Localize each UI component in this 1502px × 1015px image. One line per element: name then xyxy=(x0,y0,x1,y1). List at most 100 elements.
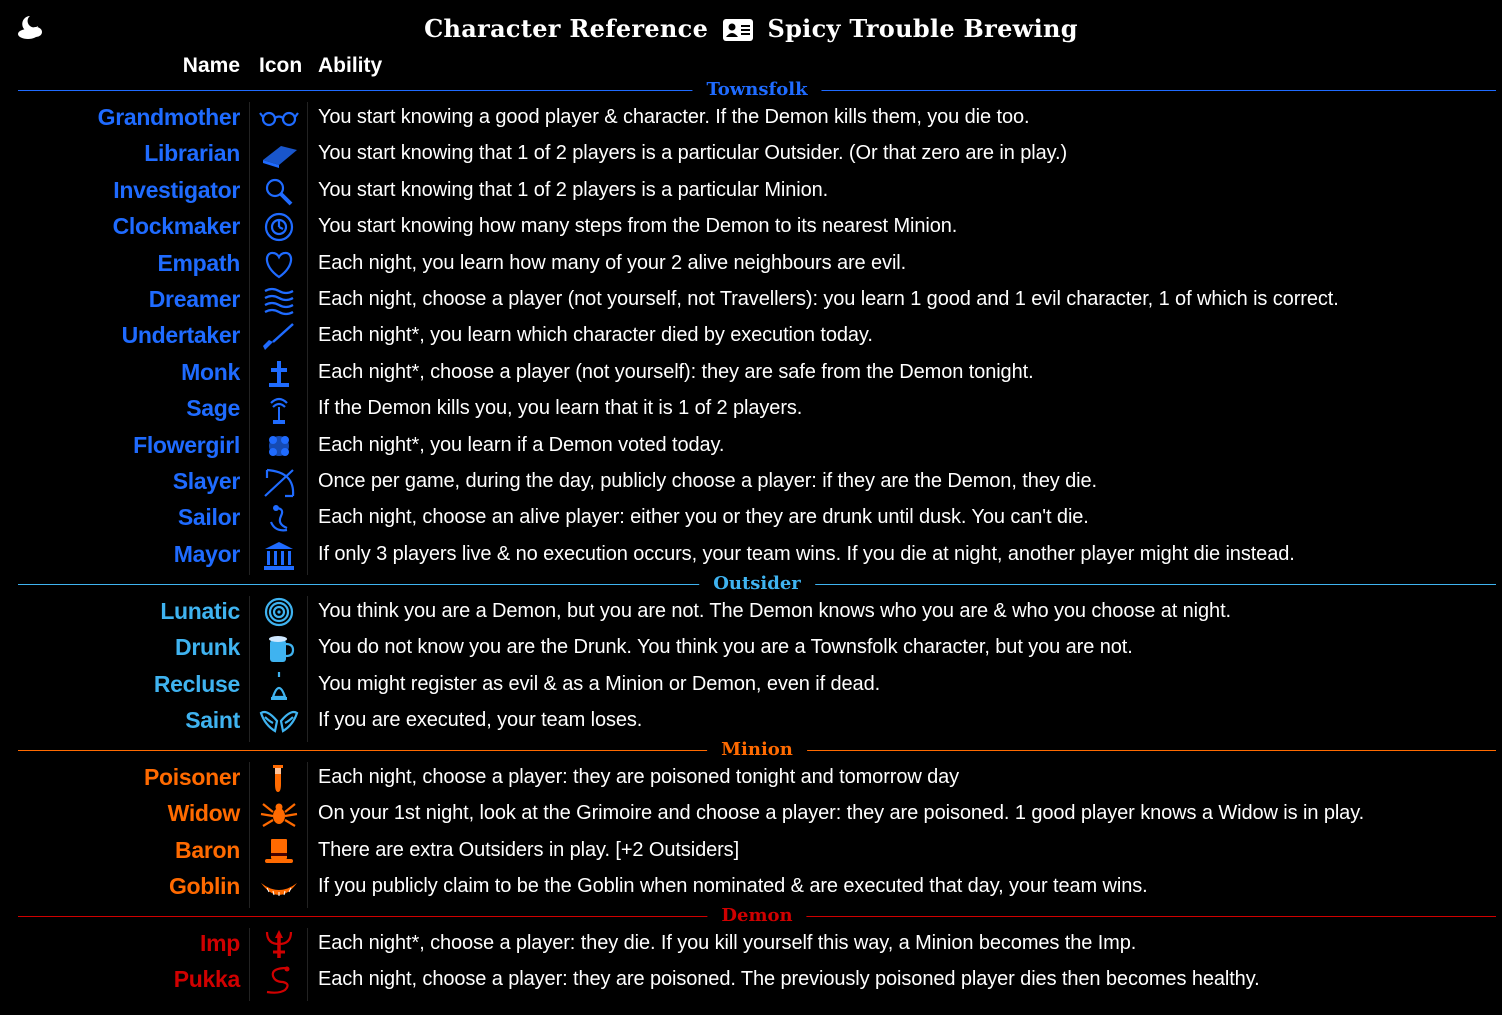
character-row-poisoner[interactable]: Poisoner Each night, choose a player: the… xyxy=(0,760,1502,796)
character-row-recluse[interactable]: Recluse You might register as evil & as a… xyxy=(0,667,1502,703)
column-divider xyxy=(249,102,250,576)
character-ability: Each night*, you learn which character d… xyxy=(318,324,873,347)
character-row-clockmaker[interactable]: Clockmaker You start knowing how many ste… xyxy=(0,209,1502,245)
character-ability: You do not know you are the Drunk. You t… xyxy=(318,636,1133,659)
column-divider xyxy=(249,762,250,908)
character-row-dreamer[interactable]: Dreamer Each night, choose a player (not … xyxy=(0,282,1502,318)
top-hat-icon xyxy=(256,834,302,868)
character-row-lunatic[interactable]: Lunatic You think you are a Demon, but yo… xyxy=(0,594,1502,630)
character-row-undertaker[interactable]: Undertaker Each night*, you learn which c… xyxy=(0,318,1502,354)
trident-icon xyxy=(256,927,302,961)
snake-icon xyxy=(256,963,302,997)
character-row-goblin[interactable]: Goblin If you publicly claim to be the Go… xyxy=(0,869,1502,905)
character-ability: You start knowing how many steps from th… xyxy=(318,215,958,238)
section-label: Outsider xyxy=(699,574,815,594)
character-name: Dreamer xyxy=(148,286,241,312)
character-row-slayer[interactable]: Slayer Once per game, during the day, pub… xyxy=(0,464,1502,500)
column-divider xyxy=(249,928,250,1001)
section-divider-minion: Minion xyxy=(18,740,1496,760)
wings-icon xyxy=(256,704,302,738)
character-ability: Each night, choose a player (not yoursel… xyxy=(318,288,1339,310)
page-title: Character Reference Spicy Trouble Brewin… xyxy=(0,14,1502,43)
character-ability: Each night*, you learn if a Demon voted … xyxy=(318,433,725,456)
character-ability: You start knowing that 1 of 2 players is… xyxy=(318,178,829,201)
character-row-investigator[interactable]: Investigator You start knowing that 1 of … xyxy=(0,173,1502,209)
cross-icon xyxy=(256,356,302,390)
column-divider xyxy=(307,596,308,742)
character-name: Baron xyxy=(175,836,240,863)
character-name: Pukka xyxy=(173,966,241,993)
spider-icon xyxy=(256,797,302,831)
character-name: Drunk xyxy=(175,634,240,661)
character-name: Sage xyxy=(186,395,240,422)
character-name: Flowergirl xyxy=(133,431,240,458)
grin-icon xyxy=(256,870,302,904)
character-ability: Once per game, during the day, publicly … xyxy=(318,470,1097,492)
waves-icon xyxy=(256,283,302,317)
vial-icon xyxy=(256,761,302,795)
section-divider-outsider: Outsider xyxy=(18,574,1496,594)
character-row-grandmother[interactable]: Grandmother You start knowing a good play… xyxy=(0,100,1502,136)
character-name: Empath xyxy=(157,249,240,276)
spiral-icon xyxy=(256,595,302,629)
character-row-sailor[interactable]: Sailor Each night, choose an alive player… xyxy=(0,500,1502,536)
magnifier-icon xyxy=(256,174,302,208)
character-row-baron[interactable]: Baron There are extra Outsiders in play. … xyxy=(0,833,1502,869)
character-ability: Each night, you learn how many of your 2… xyxy=(318,251,907,274)
section-label: Townsfolk xyxy=(692,80,822,100)
character-ability: If only 3 players live & no execution oc… xyxy=(318,542,1295,565)
header-ability: Ability xyxy=(318,54,383,77)
character-name: Saint xyxy=(185,707,240,734)
character-name: Slayer xyxy=(172,468,241,494)
character-row-monk[interactable]: Monk Each night*, choose a player (not yo… xyxy=(0,355,1502,391)
mug-icon xyxy=(256,631,302,665)
character-row-imp[interactable]: Imp Each night*, choose a player: they di… xyxy=(0,926,1502,962)
character-ability: Each night*, choose a player (not yourse… xyxy=(318,360,1034,383)
character-ability: You start knowing that 1 of 2 players is… xyxy=(318,142,1068,165)
character-row-mayor[interactable]: Mayor If only 3 players live & no executi… xyxy=(0,537,1502,573)
lantern-icon xyxy=(256,668,302,702)
character-ability: If you are executed, your team loses. xyxy=(318,709,643,732)
character-row-saint[interactable]: Saint If you are executed, your team lose… xyxy=(0,703,1502,739)
character-name: Recluse xyxy=(153,670,240,697)
character-row-flowergirl[interactable]: Flowergirl Each night*, you learn if a De… xyxy=(0,428,1502,464)
character-ability: There are extra Outsiders in play. [+2 O… xyxy=(318,838,740,861)
character-name: Monk xyxy=(181,358,240,385)
character-row-sage[interactable]: Sage If the Demon kills you, you learn th… xyxy=(0,391,1502,427)
header-name: Name xyxy=(182,54,240,77)
character-name: Librarian xyxy=(144,140,240,167)
title-left: Character Reference xyxy=(424,14,709,43)
section-label: Demon xyxy=(707,906,807,926)
character-ability: You think you are a Demon, but you are n… xyxy=(318,600,1231,622)
character-row-librarian[interactable]: Librarian You start knowing that 1 of 2 p… xyxy=(0,136,1502,172)
character-name: Undertaker xyxy=(121,322,241,349)
character-row-drunk[interactable]: Drunk You do not know you are the Drunk. … xyxy=(0,630,1502,666)
column-divider xyxy=(307,928,308,1001)
character-name: Sailor xyxy=(177,504,240,531)
character-name: Imp xyxy=(200,930,240,956)
column-divider xyxy=(307,762,308,908)
flower-icon xyxy=(256,429,302,463)
id-card-icon xyxy=(722,18,753,41)
section-divider-demon: Demon xyxy=(18,906,1496,926)
heart-icon xyxy=(256,247,302,281)
book-icon xyxy=(256,137,302,171)
character-name: Grandmother xyxy=(97,104,241,130)
character-ability: Each night, choose an alive player: eith… xyxy=(318,506,1089,529)
character-name: Mayor xyxy=(173,540,241,567)
column-divider xyxy=(307,102,308,576)
header-icon: Icon xyxy=(259,54,303,77)
character-row-pukka[interactable]: Pukka Each night, choose a player: they a… xyxy=(0,962,1502,998)
character-name: Widow xyxy=(167,800,241,827)
character-name: Goblin xyxy=(168,873,240,900)
character-row-empath[interactable]: Empath Each night, you learn how many of … xyxy=(0,246,1502,282)
character-ability: Each night, choose a player: they are po… xyxy=(318,766,960,788)
character-ability: You might register as evil & as a Minion… xyxy=(318,672,881,695)
building-icon xyxy=(256,538,302,572)
character-ability: If you publicly claim to be the Goblin w… xyxy=(318,875,1148,898)
sage-tree-icon xyxy=(256,392,302,426)
character-name: Investigator xyxy=(113,176,240,203)
character-row-widow[interactable]: Widow On your 1st night, look at the Grim… xyxy=(0,796,1502,832)
character-ability: Each night*, choose a player: they die. … xyxy=(318,932,1137,954)
column-divider xyxy=(249,596,250,742)
